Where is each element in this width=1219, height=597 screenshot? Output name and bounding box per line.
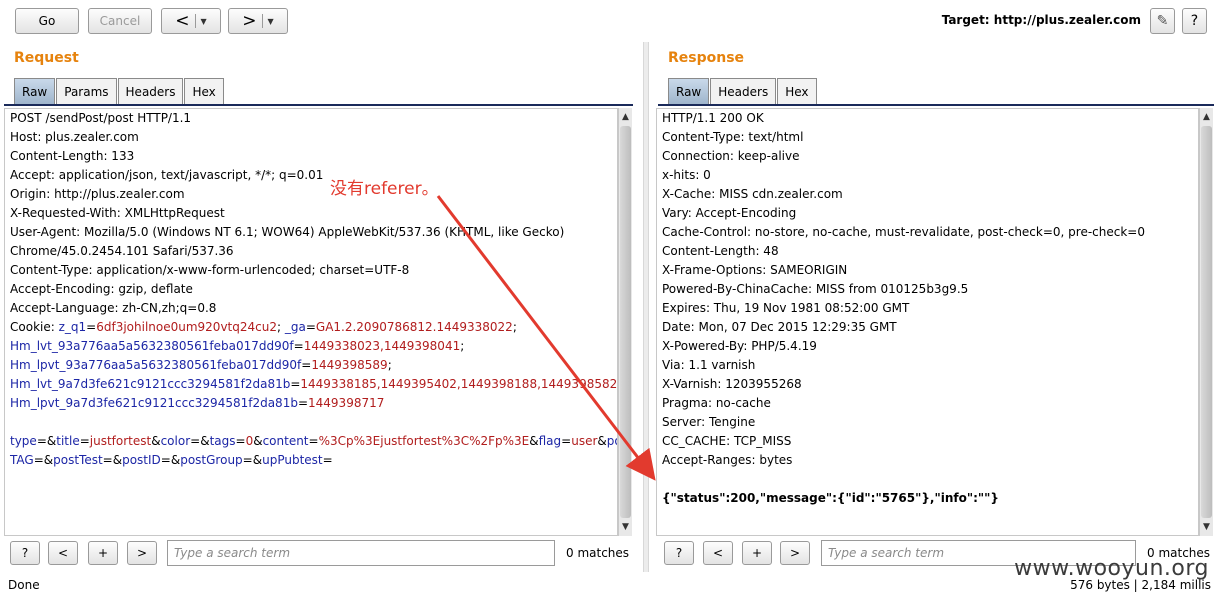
- response-stats: 576 bytes | 2,184 millis: [1070, 578, 1211, 592]
- status-text: Done: [8, 578, 40, 592]
- annotation-arrow: [436, 195, 656, 481]
